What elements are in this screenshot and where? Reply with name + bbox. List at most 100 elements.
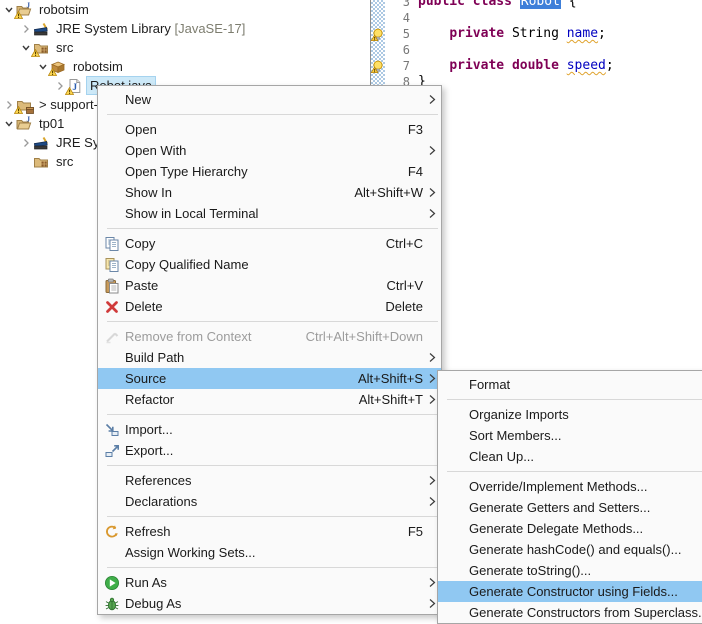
line-number: 5	[386, 26, 410, 42]
menu-item-organize-imports[interactable]: Organize Imports	[438, 404, 702, 425]
library-icon	[33, 135, 49, 151]
import-icon	[98, 422, 125, 438]
menu-item-refactor[interactable]: RefactorAlt+Shift+T	[98, 389, 441, 410]
menu-item-sort-members[interactable]: Sort Members...	[438, 425, 702, 446]
menu-item-references[interactable]: References	[98, 470, 441, 491]
menu-item-debug-as[interactable]: Debug As	[98, 593, 441, 614]
paste-icon	[98, 278, 125, 294]
code-line	[418, 10, 702, 26]
menu-item-assign-working-sets[interactable]: Assign Working Sets...	[98, 542, 441, 563]
chevron-expanded-icon[interactable]	[2, 117, 16, 131]
chevron-collapsed-icon[interactable]	[19, 136, 33, 150]
debug-icon	[98, 596, 125, 612]
menu-separator	[107, 567, 438, 568]
menu-item-refresh[interactable]: RefreshF5	[98, 521, 441, 542]
tree-item-label: JRE System Library [JavaSE-17]	[53, 20, 248, 37]
tree-item-src[interactable]: src	[0, 152, 76, 171]
menu-item-label: Organize Imports	[469, 407, 702, 422]
menu-item-shortcut: Alt+Shift+T	[359, 392, 423, 407]
menu-item-source[interactable]: SourceAlt+Shift+S	[98, 368, 441, 389]
menu-item-generate-constructor-using-fields[interactable]: Generate Constructor using Fields...	[438, 581, 702, 602]
menu-item-remove-from-context[interactable]: Remove from ContextCtrl+Alt+Shift+Down	[98, 326, 441, 347]
menu-item-open[interactable]: OpenF3	[98, 119, 441, 140]
menu-item-label: Declarations	[125, 494, 423, 509]
menu-item-label: Import...	[125, 422, 423, 437]
tree-item-robotsim[interactable]: Jrobotsim	[0, 0, 92, 19]
submenu-arrow-icon	[423, 208, 441, 219]
code-line: public class Robot {	[418, 0, 702, 10]
menu-item-shortcut: Ctrl+C	[386, 236, 423, 251]
tree-item-tp01[interactable]: Jtp01	[0, 114, 67, 133]
menu-item-generate-hashcode-and-equals[interactable]: Generate hashCode() and equals()...	[438, 539, 702, 560]
menu-item-label: Copy Qualified Name	[125, 257, 423, 272]
menu-item-export[interactable]: Export...	[98, 440, 441, 461]
context-menu: NewOpenF3Open WithOpen Type HierarchyF4S…	[97, 85, 442, 615]
menu-item-format[interactable]: Format	[438, 374, 702, 395]
code-segment	[512, 0, 520, 9]
chevron-collapsed-icon[interactable]	[19, 22, 33, 36]
source-folder-icon	[33, 40, 49, 56]
refresh-icon	[98, 524, 125, 540]
menu-item-label: Refactor	[125, 392, 359, 407]
warning-overlay-icon	[48, 68, 57, 76]
editor-code-area[interactable]: public class Robot { private String name…	[418, 0, 702, 90]
code-segment: class	[473, 0, 512, 9]
menu-item-open-type-hierarchy[interactable]: Open Type HierarchyF4	[98, 161, 441, 182]
menu-item-generate-getters-and-setters[interactable]: Generate Getters and Setters...	[438, 497, 702, 518]
menu-item-declarations[interactable]: Declarations	[98, 491, 441, 512]
remove-context-icon	[98, 329, 125, 345]
submenu-arrow-icon	[423, 145, 441, 156]
copy-qualified-icon	[98, 257, 125, 273]
warning-overlay-icon	[14, 11, 23, 19]
menu-item-copy[interactable]: CopyCtrl+C	[98, 233, 441, 254]
source-submenu: Format Organize Imports Sort Members...Cle…	[437, 370, 702, 624]
menu-item-shortcut: F3	[408, 122, 423, 137]
tree-item-label: robotsim	[70, 58, 126, 75]
menu-item-build-path[interactable]: Build Path	[98, 347, 441, 368]
tree-item-jre-sys[interactable]: JRE Sys	[0, 133, 109, 152]
editor-annotation-ruler	[371, 0, 385, 88]
menu-item-show-in-local-terminal[interactable]: Show in Local Terminal	[98, 203, 441, 224]
menu-item-label: Paste	[125, 278, 387, 293]
code-segment	[418, 58, 449, 73]
tree-item-label: src	[53, 153, 76, 170]
submenu-arrow-icon	[423, 187, 441, 198]
code-segment: ;	[606, 58, 614, 73]
code-line: private String name;	[418, 26, 702, 42]
quickfix-lightbulb-warning-icon[interactable]	[371, 28, 385, 41]
menu-item-run-as[interactable]: Run As	[98, 572, 441, 593]
warning-overlay-icon	[31, 49, 40, 57]
code-line: private double speed;	[418, 58, 702, 74]
menu-item-clean-up[interactable]: Clean Up...	[438, 446, 702, 467]
menu-item-label: New	[125, 92, 423, 107]
menu-item-override-implement-methods[interactable]: Override/Implement Methods...	[438, 476, 702, 497]
code-segment: ;	[598, 26, 606, 41]
menu-separator	[447, 471, 702, 472]
code-segment	[465, 0, 473, 9]
menu-item-label: Generate hashCode() and equals()...	[469, 542, 702, 557]
java-editor[interactable]: 345678 public class Robot { private Stri…	[370, 0, 702, 92]
tree-item-support[interactable]: > support-	[0, 95, 101, 114]
menu-item-generate-tostring[interactable]: Generate toString()...	[438, 560, 702, 581]
menu-item-delete[interactable]: DeleteDelete	[98, 296, 441, 317]
menu-item-open-with[interactable]: Open With	[98, 140, 441, 161]
menu-item-import[interactable]: Import...	[98, 419, 441, 440]
menu-item-label: Show In	[125, 185, 354, 200]
menu-item-copy-qualified-name[interactable]: Copy Qualified Name	[98, 254, 441, 275]
menu-item-label: Source	[125, 371, 358, 386]
tree-item-robotsim[interactable]: robotsim	[0, 57, 126, 76]
quickfix-lightbulb-warning-icon[interactable]	[371, 60, 385, 73]
menu-item-shortcut: Ctrl+Alt+Shift+Down	[306, 329, 423, 344]
menu-item-show-in[interactable]: Show InAlt+Shift+W	[98, 182, 441, 203]
menu-separator	[447, 399, 702, 400]
tree-item-jre-system-library[interactable]: JRE System Library [JavaSE-17]	[0, 19, 248, 38]
menu-item-new[interactable]: New	[98, 89, 441, 110]
code-segment: name	[567, 26, 598, 41]
tree-item-src[interactable]: src	[0, 38, 76, 57]
menu-item-generate-delegate-methods[interactable]: Generate Delegate Methods...	[438, 518, 702, 539]
code-segment	[559, 58, 567, 73]
menu-item-label: Build Path	[125, 350, 423, 365]
code-segment: public	[418, 0, 465, 9]
menu-item-label: Debug As	[125, 596, 423, 611]
menu-item-paste[interactable]: PasteCtrl+V	[98, 275, 441, 296]
